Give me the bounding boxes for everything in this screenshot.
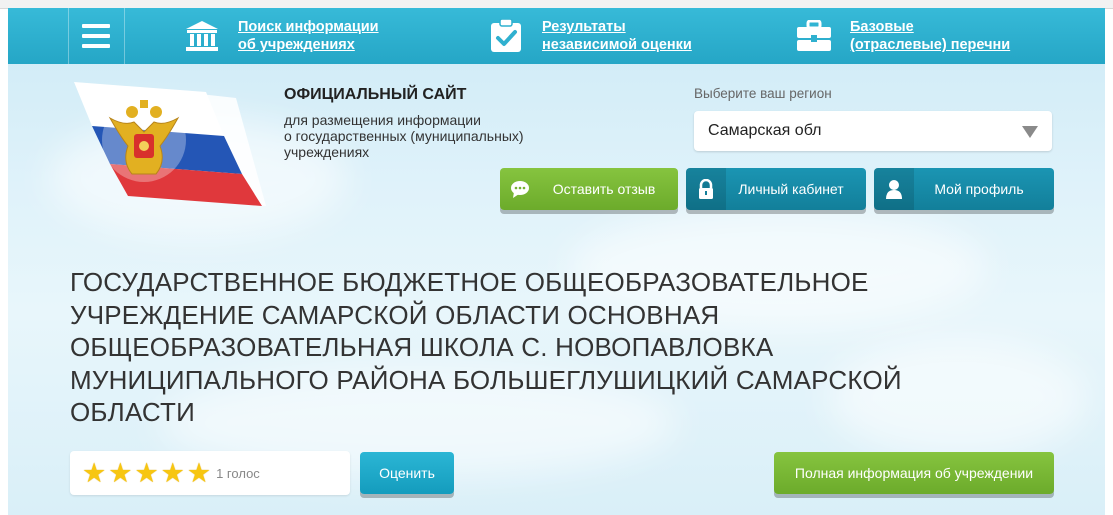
rate-button[interactable]: Оценить — [360, 452, 454, 494]
star-icon[interactable]: ★ — [161, 459, 185, 487]
lock-icon — [686, 168, 726, 210]
leave-feedback-button[interactable]: Оставить отзыв — [500, 168, 678, 210]
star-icon[interactable]: ★ — [134, 459, 158, 487]
region-label: Выберите ваш регион — [694, 86, 832, 101]
my-profile-button[interactable]: Мой профиль — [874, 168, 1054, 210]
nav-divider — [124, 8, 125, 64]
star-icon[interactable]: ★ — [82, 459, 106, 487]
rating-box: ★ ★ ★ ★ ★ 1 голос — [70, 451, 350, 495]
user-icon — [874, 168, 914, 210]
nav-item-search-institutions[interactable]: Поиск информации об учреждениях — [180, 8, 379, 64]
star-icon[interactable]: ★ — [108, 459, 132, 487]
russian-emblem-logo — [66, 78, 276, 213]
building-columns-icon — [180, 16, 224, 56]
briefcase-icon — [792, 16, 836, 56]
personal-cabinet-label: Личный кабинет — [738, 181, 844, 197]
nav-item-independent-evaluation[interactable]: Результаты независимой оценки — [484, 8, 692, 64]
site-title: ОФИЦИАЛЬНЫЙ САЙТ — [284, 86, 467, 103]
dropdown-arrow-icon — [1022, 126, 1038, 138]
menu-icon — [82, 21, 110, 51]
chat-bubble-icon — [500, 168, 540, 210]
site-subtitle-line: для размещения информации — [284, 112, 481, 128]
clipboard-check-icon — [484, 16, 528, 56]
site-title-block: ОФИЦИАЛЬНЫЙ САЙТ для размещения информац… — [284, 86, 584, 160]
site-subtitle: для размещения информации о государствен… — [284, 112, 584, 160]
personal-cabinet-button[interactable]: Личный кабинет — [686, 168, 866, 210]
rating-stars[interactable]: ★ ★ ★ ★ ★ — [82, 459, 213, 487]
nav-item-label[interactable]: Поиск информации об учреждениях — [238, 18, 379, 54]
my-profile-label: Мой профиль — [934, 181, 1024, 197]
site-subtitle-line: учреждениях — [284, 144, 370, 160]
full-info-button[interactable]: Полная информация об учреждении — [774, 452, 1054, 494]
menu-button[interactable] — [68, 8, 124, 64]
page: Поиск информации об учреждениях Результа… — [8, 8, 1105, 515]
nav-item-label[interactable]: Результаты независимой оценки — [542, 18, 692, 54]
votes-count: 1 голос — [216, 465, 260, 481]
region-select-value: Самарская обл — [708, 122, 822, 139]
nav-item-label[interactable]: Базовые (отраслевые) перечни — [850, 18, 1010, 54]
site-subtitle-line: о государственных (муниципальных) — [284, 128, 524, 144]
region-select[interactable]: Самарская обл — [694, 111, 1052, 151]
leave-feedback-label: Оставить отзыв — [552, 181, 656, 197]
nav-item-base-lists[interactable]: Базовые (отраслевые) перечни — [792, 8, 1010, 64]
star-icon[interactable]: ★ — [187, 459, 211, 487]
institution-name: ГОСУДАРСТВЕННОЕ БЮДЖЕТНОЕ ОБЩЕОБРАЗОВАТЕ… — [70, 267, 902, 427]
top-navigation: Поиск информации об учреждениях Результа… — [8, 8, 1105, 64]
